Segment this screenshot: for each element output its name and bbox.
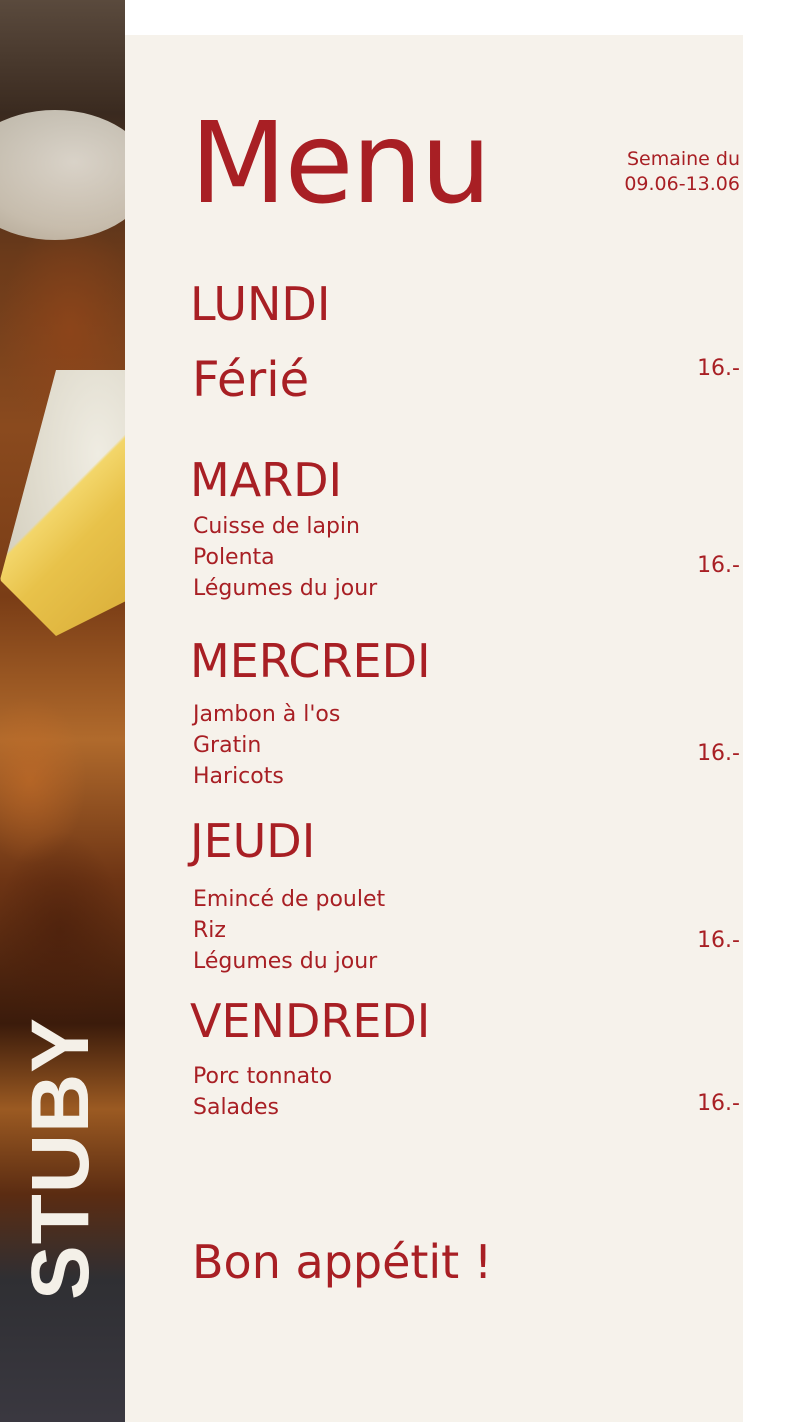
week-dates: 09.06-13.06 bbox=[624, 172, 740, 195]
dish-jeudi-2: Riz bbox=[193, 918, 226, 943]
day-heading-lundi: LUNDI bbox=[190, 277, 331, 331]
dish-jeudi-1: Emincé de poulet bbox=[193, 887, 386, 912]
closing-message: Bon appétit ! bbox=[192, 1235, 493, 1289]
dish-jeudi-3: Légumes du jour bbox=[193, 949, 378, 974]
day-heading-mardi: MARDI bbox=[190, 453, 343, 507]
price-jeudi: 16.- bbox=[697, 928, 740, 953]
dish-mardi-1: Cuisse de lapin bbox=[193, 514, 360, 539]
dish-list-jeudi: Emincé de poulet Riz Légumes du jour bbox=[193, 884, 385, 977]
price-mardi: 16.- bbox=[697, 553, 740, 578]
brand-logo: STUBY bbox=[15, 1017, 106, 1300]
dish-list-mercredi: Jambon à l'os Gratin Haricots bbox=[193, 699, 340, 792]
price-lundi: 16.- bbox=[697, 356, 740, 381]
dish-mardi-3: Légumes du jour bbox=[193, 576, 378, 601]
dish-mercredi-3: Haricots bbox=[193, 764, 284, 789]
dish-mercredi-1: Jambon à l'os bbox=[193, 702, 341, 727]
dish-lundi-1: Férié bbox=[192, 352, 310, 408]
dish-vendredi-2: Salades bbox=[193, 1095, 280, 1120]
day-heading-vendredi: VENDREDI bbox=[190, 994, 431, 1048]
lemon-wedge-top bbox=[0, 110, 125, 240]
menu-title: Menu bbox=[190, 99, 492, 229]
week-range: Semaine du 09.06-13.06 bbox=[624, 147, 740, 196]
dish-list-vendredi: Porc tonnato Salades bbox=[193, 1061, 332, 1123]
day-heading-jeudi: JEUDI bbox=[190, 814, 316, 868]
dish-mercredi-2: Gratin bbox=[193, 733, 262, 758]
dish-mardi-2: Polenta bbox=[193, 545, 275, 570]
week-label: Semaine du bbox=[626, 148, 740, 170]
dish-vendredi-1: Porc tonnato bbox=[193, 1064, 333, 1089]
lemon-slice bbox=[0, 370, 125, 636]
price-mercredi: 16.- bbox=[697, 741, 740, 766]
price-vendredi: 16.- bbox=[697, 1091, 740, 1116]
dish-list-mardi: Cuisse de lapin Polenta Légumes du jour bbox=[193, 511, 377, 604]
day-heading-mercredi: MERCREDI bbox=[190, 634, 431, 688]
